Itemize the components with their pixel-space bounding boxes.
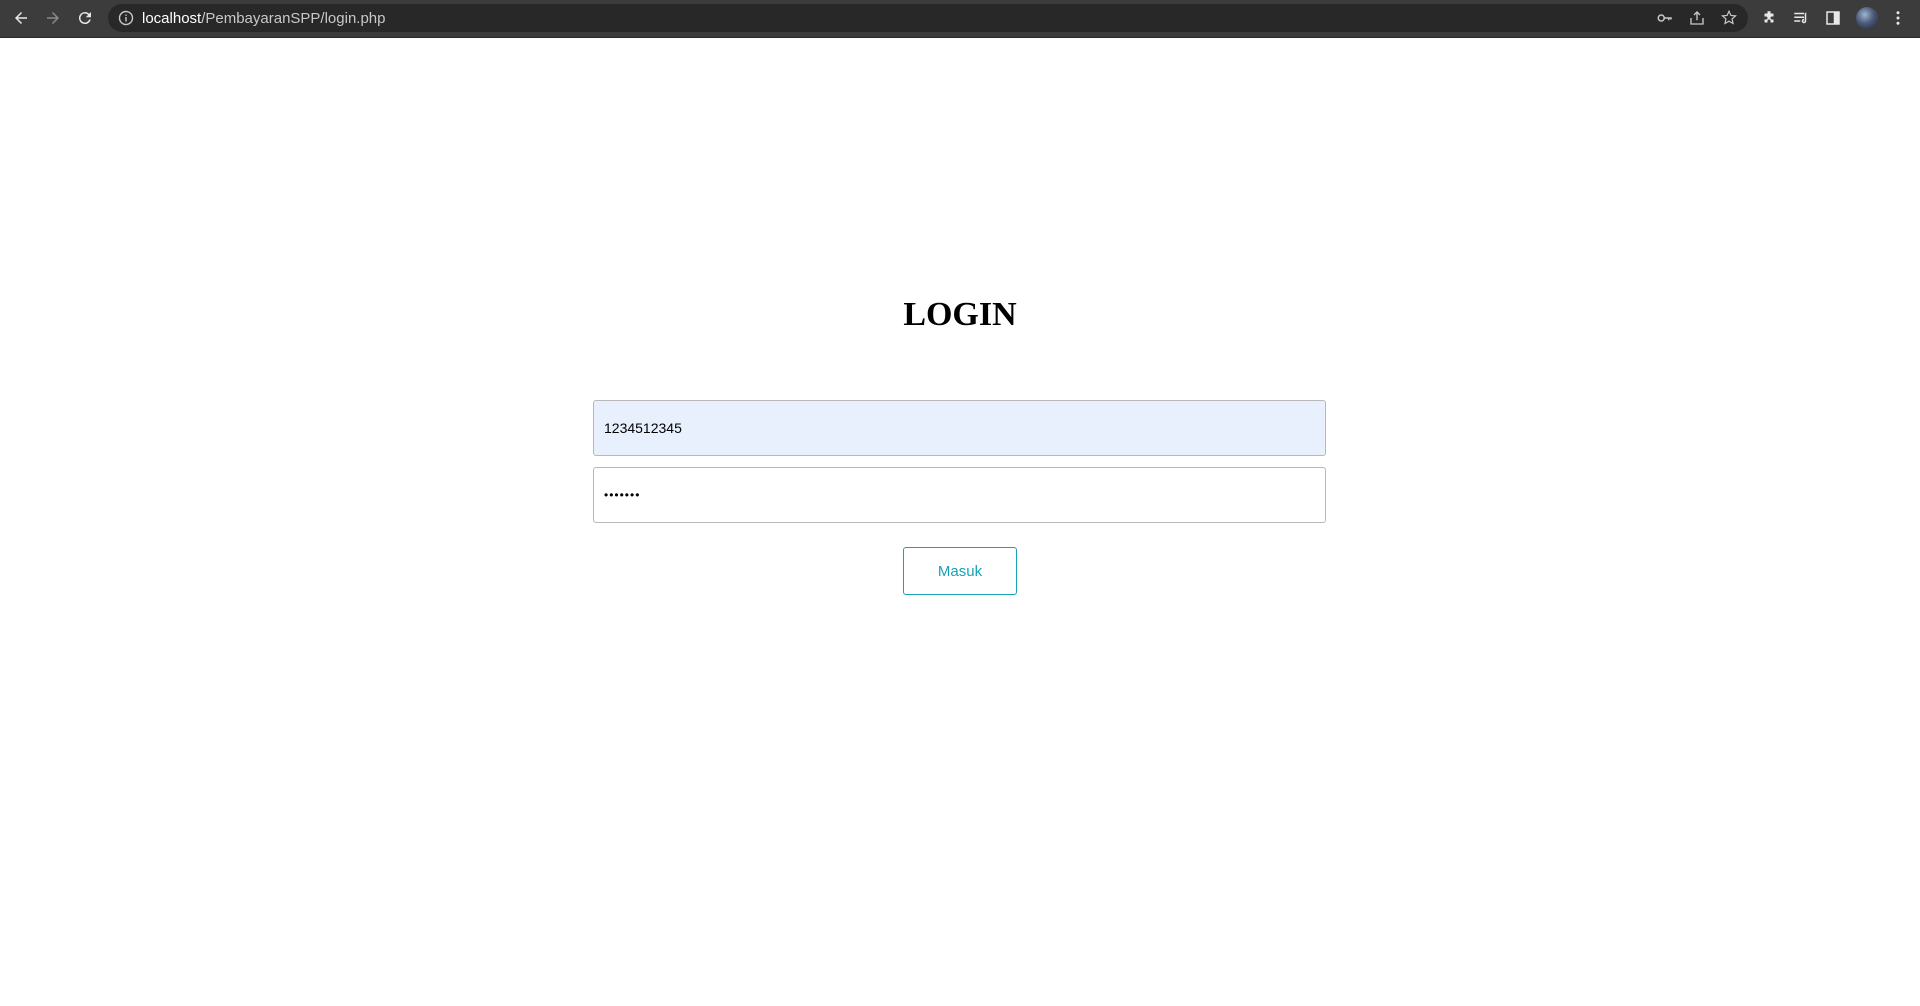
- reading-list-icon[interactable]: [1792, 9, 1810, 27]
- extensions-icon[interactable]: [1760, 9, 1778, 27]
- login-button[interactable]: Masuk: [903, 547, 1017, 595]
- key-icon[interactable]: [1656, 9, 1674, 27]
- menu-icon[interactable]: [1889, 9, 1907, 27]
- profile-avatar[interactable]: [1856, 7, 1878, 29]
- username-value: 1234512345: [604, 420, 682, 436]
- side-panel-icon[interactable]: [1824, 9, 1842, 27]
- reload-icon[interactable]: [72, 6, 98, 30]
- url-path: /PembayaranSPP/login.php: [201, 10, 386, 27]
- forward-icon[interactable]: [40, 6, 66, 30]
- back-icon[interactable]: [8, 6, 34, 30]
- username-input[interactable]: 1234512345: [593, 400, 1326, 456]
- url-text[interactable]: localhost/PembayaranSPP/login.php: [142, 10, 386, 27]
- page-title: LOGIN: [903, 296, 1017, 333]
- star-icon[interactable]: [1720, 9, 1738, 27]
- url-host: localhost: [142, 10, 202, 27]
- password-input[interactable]: •••••••: [593, 467, 1326, 523]
- browser-toolbar: localhost/PembayaranSPP/login.php: [0, 0, 1920, 38]
- share-icon[interactable]: [1688, 9, 1706, 27]
- password-value: •••••••: [604, 488, 641, 502]
- site-info-icon[interactable]: [118, 10, 134, 26]
- address-bar[interactable]: localhost/PembayaranSPP/login.php: [108, 4, 1748, 32]
